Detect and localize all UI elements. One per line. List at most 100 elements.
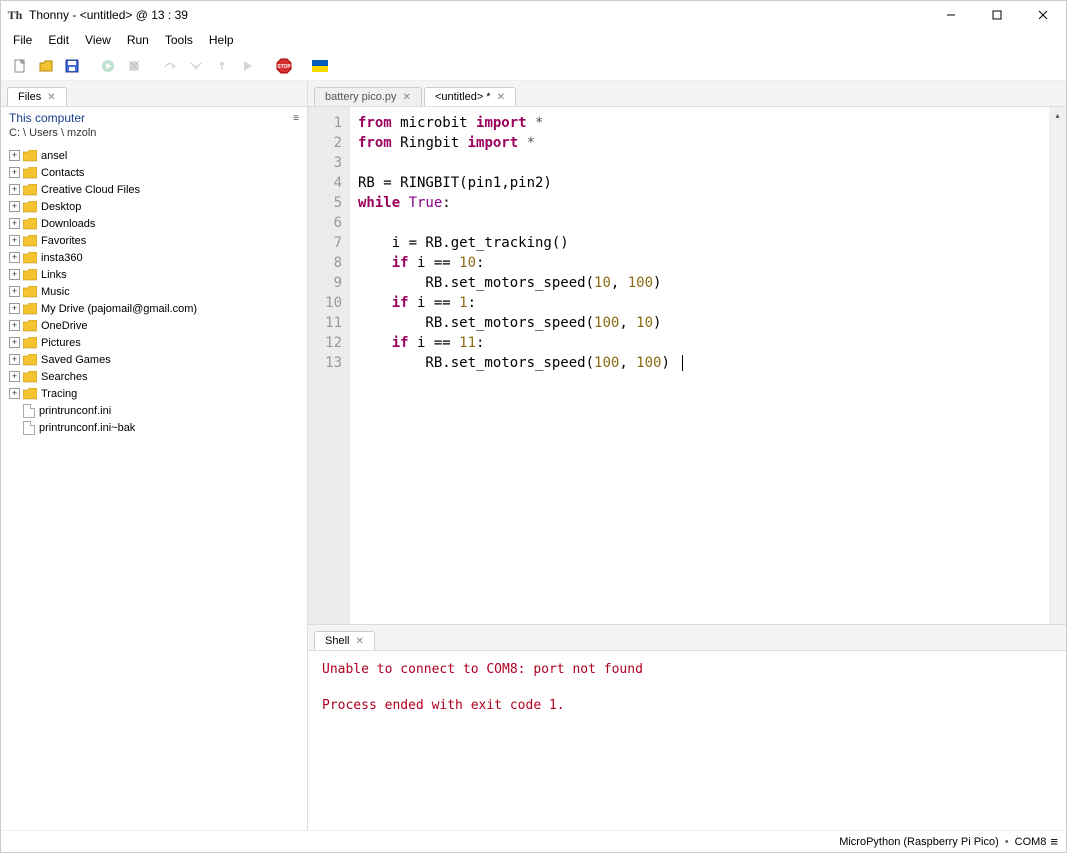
folder-icon (23, 235, 37, 247)
close-button[interactable] (1020, 1, 1066, 29)
titlebar: Th Thonny - <untitled> @ 13 : 39 (1, 1, 1066, 29)
menu-view[interactable]: View (77, 31, 119, 49)
expand-icon[interactable]: + (9, 320, 20, 331)
expand-icon[interactable]: + (9, 371, 20, 382)
folder-item[interactable]: +Favorites (5, 232, 303, 249)
menu-run[interactable]: Run (119, 31, 157, 49)
files-location-label[interactable]: This computer (9, 111, 85, 125)
folder-icon (23, 354, 37, 366)
folder-item[interactable]: + My Drive (pajomail@gmail.com) (5, 300, 303, 317)
expand-icon[interactable]: + (9, 252, 20, 263)
new-file-button[interactable] (9, 55, 31, 77)
shell-tab[interactable]: Shell ✕ (314, 631, 375, 650)
expand-icon[interactable]: + (9, 167, 20, 178)
folder-icon (23, 252, 37, 264)
text-cursor (682, 355, 683, 371)
item-label: Creative Cloud Files (41, 184, 140, 196)
item-label: Tracing (41, 388, 77, 400)
item-label: Contacts (41, 167, 84, 179)
expand-icon[interactable]: + (9, 269, 20, 280)
folder-item[interactable]: + Creative Cloud Files (5, 181, 303, 198)
editor-tab[interactable]: <untitled> *✕ (424, 87, 516, 106)
folder-item[interactable]: +OneDrive (5, 317, 303, 334)
folder-icon (23, 218, 37, 230)
tab-close-icon[interactable]: ✕ (355, 636, 363, 647)
expand-icon[interactable]: + (9, 354, 20, 365)
item-label: insta360 (41, 252, 83, 264)
menubar: FileEditViewRunToolsHelp (1, 29, 1066, 51)
folder-icon (23, 184, 37, 196)
toolbar: STOP (1, 51, 1066, 81)
folder-item[interactable]: + Searches (5, 368, 303, 385)
editor-scrollbar[interactable]: ▴ (1049, 107, 1066, 624)
expand-icon[interactable]: + (9, 388, 20, 399)
resume-button[interactable] (237, 55, 259, 77)
status-menu-icon[interactable]: ≡ (1050, 834, 1058, 849)
expand-icon[interactable]: + (9, 218, 20, 229)
tab-close-icon[interactable]: ✕ (497, 92, 505, 103)
window-title: Thonny - <untitled> @ 13 : 39 (29, 8, 928, 22)
expand-icon[interactable]: + (9, 150, 20, 161)
folder-item[interactable]: + Desktop (5, 198, 303, 215)
step-into-button[interactable] (185, 55, 207, 77)
open-file-button[interactable] (35, 55, 57, 77)
stop-button[interactable]: STOP (273, 55, 295, 77)
folder-item[interactable]: +Pictures (5, 334, 303, 351)
files-path[interactable]: C: \ Users \ mzoln (1, 127, 307, 145)
expand-icon[interactable]: + (9, 235, 20, 246)
folder-icon (23, 320, 37, 332)
step-over-button[interactable] (159, 55, 181, 77)
line-gutter: 12345678910111213 (308, 107, 350, 624)
step-out-button[interactable] (211, 55, 233, 77)
item-label: Searches (41, 371, 87, 383)
folder-icon (23, 388, 37, 400)
tab-close-icon[interactable]: ✕ (47, 92, 55, 103)
tab-label: battery pico.py (325, 91, 397, 103)
menu-file[interactable]: File (5, 31, 40, 49)
item-label: Saved Games (41, 354, 111, 366)
folder-item[interactable]: + Tracing (5, 385, 303, 402)
file-item[interactable]: printrunconf.ini (5, 402, 303, 419)
item-label: My Drive (pajomail@gmail.com) (41, 303, 197, 315)
files-menu-icon[interactable]: ≡ (293, 113, 299, 124)
folder-item[interactable]: +Music (5, 283, 303, 300)
files-tab-label: Files (18, 91, 41, 103)
shell-tab-label: Shell (325, 635, 349, 647)
folder-item[interactable]: +Downloads (5, 215, 303, 232)
maximize-button[interactable] (974, 1, 1020, 29)
folder-item[interactable]: + ansel (5, 147, 303, 164)
folder-item[interactable]: + Saved Games (5, 351, 303, 368)
file-icon (23, 421, 35, 435)
expand-icon[interactable]: + (9, 184, 20, 195)
status-port[interactable]: COM8 (1015, 836, 1047, 848)
ukraine-flag-button[interactable] (309, 55, 331, 77)
status-separator: • (999, 836, 1015, 848)
folder-item[interactable]: + insta360 (5, 249, 303, 266)
file-browser-panel: Files ✕ This computer ≡ C: \ Users \ mzo… (1, 81, 308, 830)
files-panel-tab[interactable]: Files ✕ (7, 87, 67, 106)
folder-item[interactable]: +Links (5, 266, 303, 283)
debug-run-button[interactable] (97, 55, 119, 77)
status-interpreter[interactable]: MicroPython (Raspberry Pi Pico) (839, 836, 999, 848)
shell-output[interactable]: Unable to connect to COM8: port not foun… (308, 651, 1066, 830)
item-label: ansel (41, 150, 67, 162)
code-editor[interactable]: from microbit import *from Ringbit impor… (350, 107, 1066, 624)
file-item[interactable]: printrunconf.ini~bak (5, 419, 303, 436)
folder-item[interactable]: + Contacts (5, 164, 303, 181)
statusbar: MicroPython (Raspberry Pi Pico) • COM8 ≡ (1, 830, 1066, 852)
save-button[interactable] (61, 55, 83, 77)
file-tree[interactable]: + ansel + Contacts + Creative Cloud Files + Des… (1, 145, 307, 830)
editor-tab[interactable]: battery pico.py ✕ (314, 87, 422, 106)
expand-icon[interactable]: + (9, 286, 20, 297)
tab-close-icon[interactable]: ✕ (403, 92, 411, 103)
expand-icon[interactable]: + (9, 337, 20, 348)
menu-edit[interactable]: Edit (40, 31, 77, 49)
debug-button[interactable] (123, 55, 145, 77)
expand-icon[interactable]: + (9, 303, 20, 314)
menu-help[interactable]: Help (201, 31, 242, 49)
item-label: Desktop (41, 201, 81, 213)
expand-icon[interactable]: + (9, 201, 20, 212)
menu-tools[interactable]: Tools (157, 31, 201, 49)
minimize-button[interactable] (928, 1, 974, 29)
scroll-up-icon[interactable]: ▴ (1049, 107, 1066, 124)
